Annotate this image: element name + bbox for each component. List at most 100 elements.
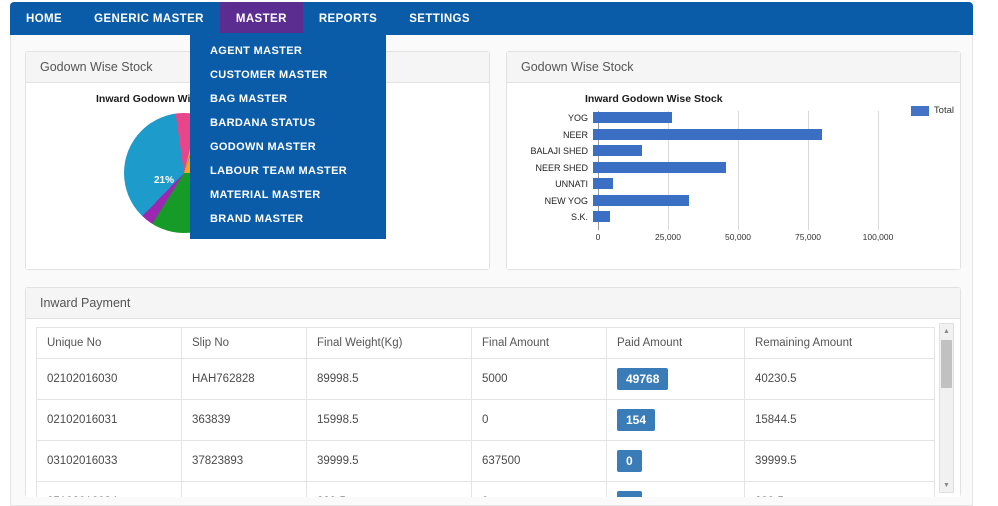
bar-track bbox=[593, 144, 873, 158]
cell-final-weight: 239.5 bbox=[306, 481, 472, 497]
table-panel-title: Inward Payment bbox=[40, 296, 131, 310]
bar-row: UNNATI bbox=[519, 177, 879, 191]
cell-slip-no bbox=[181, 481, 307, 497]
dropdown-item-brand-master[interactable]: BRAND MASTER bbox=[190, 207, 386, 231]
cell-final-amount: 637500 bbox=[471, 440, 607, 482]
bar-row: BALAJI SHED bbox=[519, 144, 879, 158]
nav-item-settings[interactable]: SETTINGS bbox=[393, 2, 486, 35]
scroll-down-arrow-icon[interactable]: ▼ bbox=[940, 478, 953, 492]
cell-final-amount: 5000 bbox=[471, 358, 607, 400]
content-area: Godown Wise Stock Inward Godown Wise Sto… bbox=[10, 35, 973, 506]
bar-row: YOG bbox=[519, 111, 879, 125]
paid-amount-badge[interactable]: 0 bbox=[617, 491, 642, 497]
x-axis-tick-label: 75,000 bbox=[795, 232, 821, 242]
cell-remaining-amount: 239.5 bbox=[744, 481, 935, 497]
legend-label-total: Total bbox=[933, 105, 954, 116]
cell-final-weight: 15998.5 bbox=[306, 399, 472, 441]
paid-amount-badge[interactable]: 0 bbox=[617, 450, 642, 472]
bar-category-label: BALAJI SHED bbox=[530, 146, 588, 156]
cell-final-weight: 89998.5 bbox=[306, 358, 472, 400]
x-axis-tick-label: 100,000 bbox=[862, 232, 894, 242]
nav-item-generic-master[interactable]: GENERIC MASTER bbox=[78, 2, 220, 35]
table-row[interactable]: 02102016030 HAH762828 89998.5 5000 49768 4023… bbox=[36, 358, 935, 400]
app-page: HOME GENERIC MASTER MASTER REPORTS SETTINGS … bbox=[0, 0, 998, 506]
nav-item-home[interactable]: HOME bbox=[10, 2, 78, 35]
dropdown-item-material-master[interactable]: MATERIAL MASTER bbox=[190, 183, 386, 207]
bar-row: NEER SHED bbox=[519, 161, 879, 175]
master-dropdown-menu[interactable]: AGENT MASTER CUSTOMER MASTER BAG MASTER BAR… bbox=[190, 33, 386, 239]
table-row[interactable]: 03102016033 37823893 39999.5 637500 0 39999.5 bbox=[36, 440, 935, 482]
bar-fill[interactable] bbox=[593, 145, 642, 156]
cell-final-amount: 0 bbox=[471, 399, 607, 441]
dropdown-item-customer-master[interactable]: CUSTOMER MASTER bbox=[190, 63, 386, 87]
legend-swatch-total bbox=[910, 105, 929, 116]
inward-payment-table-scroll[interactable]: Unique No Slip No Final Weight(Kg) Final Am… bbox=[36, 327, 936, 497]
bar-fill[interactable] bbox=[593, 211, 611, 222]
cell-paid-amount: 0 bbox=[606, 440, 745, 482]
cell-paid-amount: 49768 bbox=[606, 358, 745, 400]
inward-payment-panel: Inward Payment Unique No Slip No Final Wei… bbox=[25, 287, 961, 497]
cell-remaining-amount: 15844.5 bbox=[744, 399, 935, 441]
table-row[interactable]: 05102016034239.500239.5 bbox=[36, 481, 935, 497]
charts-row: Godown Wise Stock Inward Godown Wise Sto… bbox=[11, 35, 974, 272]
column-header-paid-amount[interactable]: Paid Amount bbox=[606, 327, 745, 359]
table-body: 02102016030 HAH762828 89998.5 5000 49768 4023… bbox=[36, 358, 935, 497]
bar-category-label: NEER bbox=[562, 129, 588, 140]
cell-slip-no: 37823893 bbox=[181, 440, 307, 482]
bar-track bbox=[593, 194, 873, 208]
nav-item-master[interactable]: MASTER bbox=[219, 2, 303, 35]
x-axis-tick-label: 50,000 bbox=[725, 232, 751, 242]
dropdown-item-bag-master[interactable]: BAG MASTER bbox=[190, 87, 386, 111]
bar-category-label: NEW YOG bbox=[544, 195, 588, 206]
paid-amount-badge[interactable]: 49768 bbox=[617, 368, 669, 390]
table-panel-header: Inward Payment bbox=[26, 288, 960, 319]
column-header-final-weight-kg[interactable]: Final Weight(Kg) bbox=[306, 327, 472, 359]
bar-chart-bars: YOG NEER BALAJI SHED NEER SHED UNNATI NEW YOG… bbox=[519, 111, 879, 227]
dropdown-item-godown-master[interactable]: GODOWN MASTER bbox=[190, 135, 386, 159]
cell-unique-no: 02102016030 bbox=[36, 358, 182, 400]
bar-fill[interactable] bbox=[593, 128, 823, 140]
dropdown-item-labour-team-master[interactable]: LABOUR TEAM MASTER bbox=[190, 159, 386, 183]
scrollbar-thumb[interactable] bbox=[941, 340, 952, 388]
bar-panel-body: Inward Godown Wise Stock YOG NEER BALAJI S… bbox=[507, 83, 960, 269]
pie-slice-label-green: 21% bbox=[154, 175, 175, 186]
x-axis-tick-label: 0 bbox=[595, 232, 601, 242]
bar-chart[interactable]: YOG NEER BALAJI SHED NEER SHED UNNATI NEW YOG… bbox=[519, 111, 949, 261]
dropdown-item-agent-master[interactable]: AGENT MASTER bbox=[190, 39, 386, 63]
column-header-remaining-amount[interactable]: Remaining Amount bbox=[744, 327, 935, 359]
table-vertical-scrollbar[interactable]: ▲ ▼ bbox=[939, 323, 954, 493]
nav-item-reports[interactable]: REPORTS bbox=[303, 2, 393, 35]
bar-track bbox=[593, 111, 873, 125]
main-navbar: HOME GENERIC MASTER MASTER REPORTS SETTINGS bbox=[10, 2, 973, 35]
bar-category-label: S.K. bbox=[570, 212, 588, 222]
cell-paid-amount: 0 bbox=[606, 481, 745, 497]
bar-row: NEER bbox=[519, 128, 879, 142]
scroll-up-arrow-icon[interactable]: ▲ bbox=[940, 324, 953, 338]
cell-unique-no: 03102016033 bbox=[36, 440, 182, 482]
bar-track bbox=[593, 210, 873, 224]
bar-fill[interactable] bbox=[593, 112, 672, 123]
bar-fill[interactable] bbox=[593, 161, 726, 173]
column-header-unique-no[interactable]: Unique No bbox=[36, 327, 182, 359]
cell-unique-no: 05102016034 bbox=[36, 481, 182, 497]
bar-fill[interactable] bbox=[593, 194, 690, 206]
dropdown-item-bardana-status[interactable]: BARDANA STATUS bbox=[190, 111, 386, 135]
bar-category-label: UNNATI bbox=[555, 179, 588, 189]
bar-track bbox=[593, 177, 873, 191]
x-axis-tick-label: 25,000 bbox=[655, 232, 681, 242]
cell-unique-no: 02102016031 bbox=[36, 399, 182, 441]
table-panel-body: Unique No Slip No Final Weight(Kg) Final Am… bbox=[26, 319, 960, 497]
cell-slip-no: HAH762828 bbox=[181, 358, 307, 400]
column-header-slip-no[interactable]: Slip No bbox=[181, 327, 307, 359]
bar-track bbox=[593, 161, 873, 175]
paid-amount-badge[interactable]: 154 bbox=[617, 409, 656, 431]
bar-chart-title: Inward Godown Wise Stock bbox=[585, 93, 723, 105]
bar-fill[interactable] bbox=[593, 178, 614, 189]
bar-panel-title: Godown Wise Stock bbox=[521, 60, 634, 74]
cell-final-weight: 39999.5 bbox=[306, 440, 472, 482]
column-header-final-amount[interactable]: Final Amount bbox=[471, 327, 607, 359]
bar-chart-x-axis: 0 25,000 50,000 75,000 100,000 bbox=[595, 232, 894, 246]
cell-final-amount: 0 bbox=[471, 481, 607, 497]
bar-row: NEW YOG bbox=[519, 194, 879, 208]
table-row[interactable]: 02102016031 363839 15998.5 0 154 15844.5 bbox=[36, 399, 935, 441]
